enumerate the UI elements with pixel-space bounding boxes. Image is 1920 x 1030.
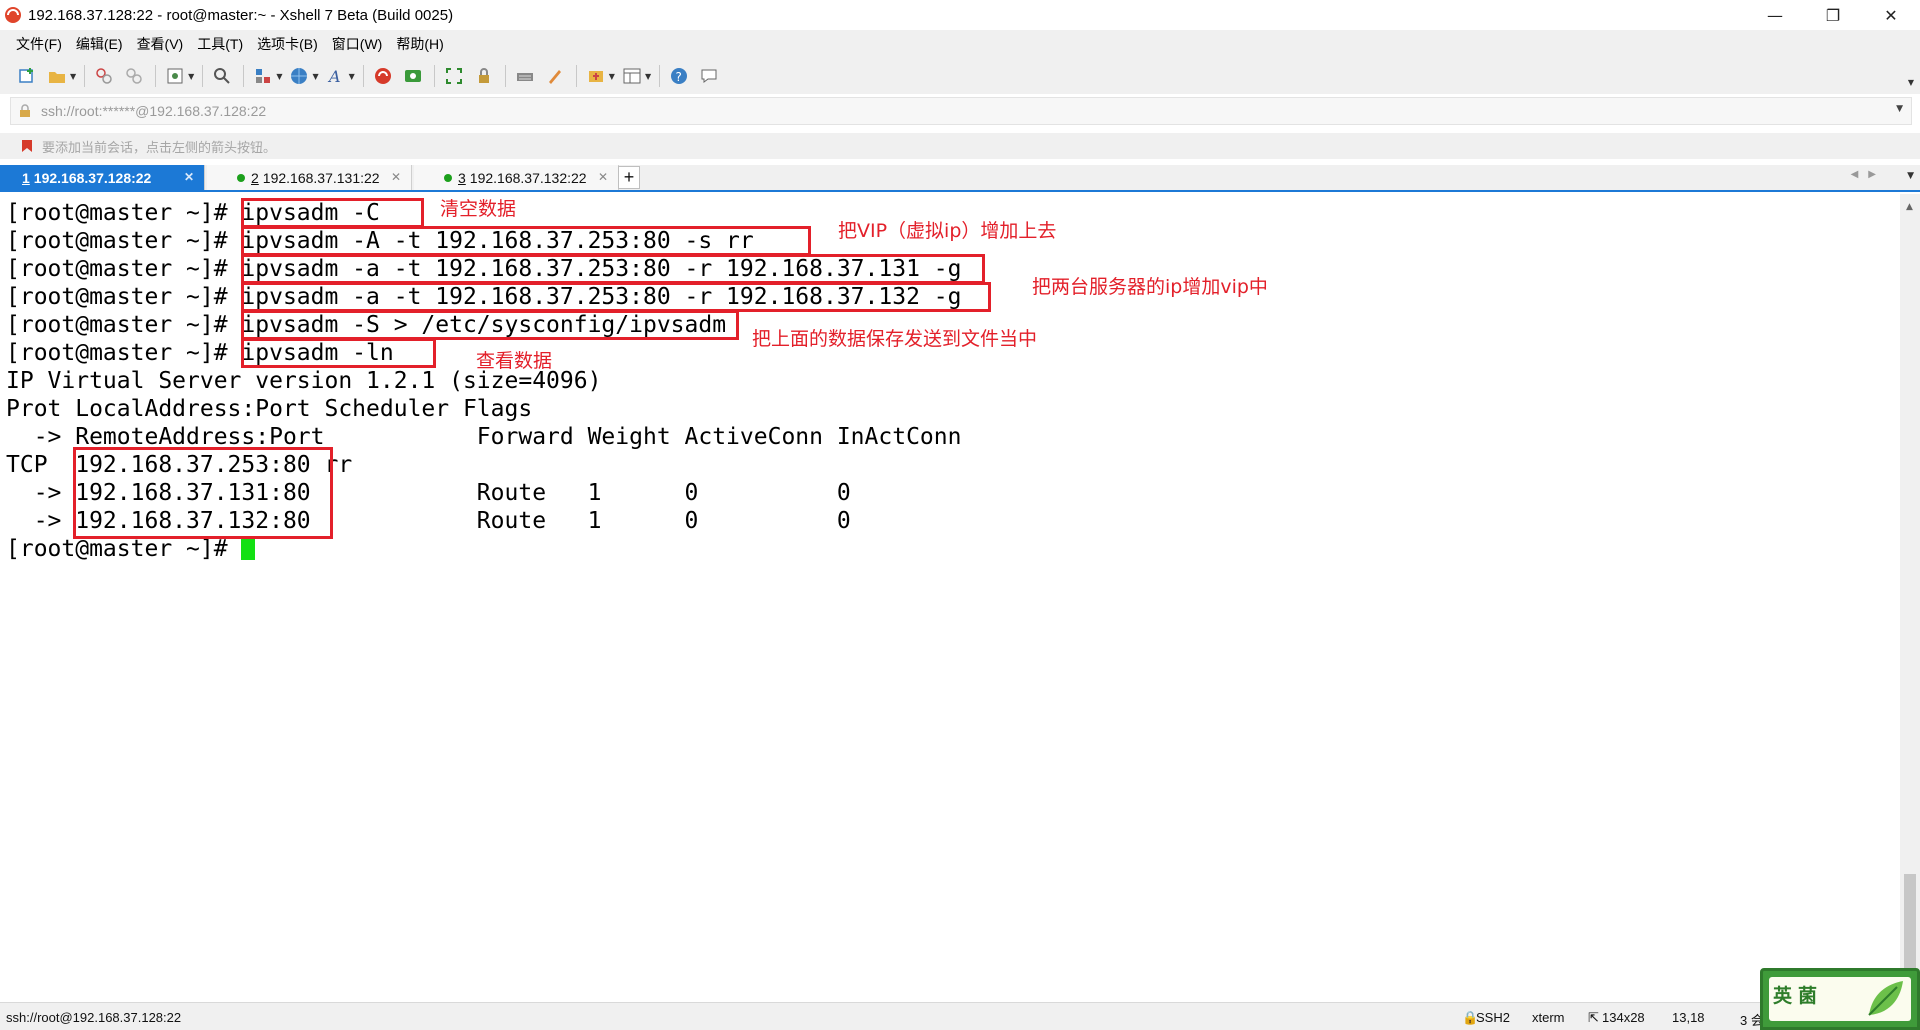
lock-icon[interactable]: [473, 65, 495, 87]
globe-icon[interactable]: [288, 65, 310, 87]
prompt: [root@master ~]#: [6, 256, 242, 282]
tab-scroll-icon[interactable]: ◀▶: [1851, 169, 1886, 180]
tab-session-3[interactable]: 3 192.168.37.132:22 ✕: [414, 165, 619, 190]
annotation-add-servers: 把两台服务器的ip增加vip中: [1032, 276, 1268, 298]
fullscreen-icon[interactable]: [443, 65, 465, 87]
highlight-box: [241, 338, 436, 368]
annotation-save: 把上面的数据保存发送到文件当中: [752, 328, 1038, 350]
annotation-clear: 清空数据: [440, 198, 517, 220]
xftp-icon[interactable]: [402, 65, 424, 87]
address-bar[interactable]: ssh://root:******@192.168.37.128:22 ▼: [10, 97, 1912, 125]
chat-icon[interactable]: [698, 65, 720, 87]
xshell-icon[interactable]: [372, 65, 394, 87]
add-tab-button[interactable]: +: [618, 166, 640, 189]
output-line: Prot LocalAddress:Port Scheduler Flags: [6, 396, 533, 422]
highlight-box: [241, 282, 991, 312]
scroll-up-icon[interactable]: ▲: [1906, 202, 1913, 212]
tab-number: 3: [458, 169, 466, 186]
prompt: [root@master ~]#: [6, 284, 242, 310]
layout-icon[interactable]: [621, 65, 643, 87]
minimize-icon[interactable]: —: [1746, 0, 1804, 30]
compose-icon[interactable]: [585, 65, 607, 87]
highlight-box: [73, 447, 333, 539]
tab-label: 192.168.37.128:22: [33, 169, 152, 186]
annotation-add-vip: 把VIP（虚拟ip）增加上去: [838, 220, 1057, 242]
prompt: [root@master ~]#: [6, 228, 242, 254]
status-size: 134x28: [1602, 1010, 1645, 1025]
tab-label: 192.168.37.131:22: [262, 169, 380, 186]
resize-icon: ⇱: [1588, 1010, 1599, 1025]
status-dot-icon: [237, 173, 245, 182]
address-dropdown-icon[interactable]: ▼: [1896, 104, 1903, 114]
tab-list-dropdown-icon[interactable]: ▼: [1907, 171, 1914, 181]
tab-bar: 1 192.168.37.128:22 ✕ 2 192.168.37.131:2…: [0, 165, 1920, 192]
menu-view[interactable]: 查看(V): [137, 34, 184, 54]
bookmark-icon[interactable]: [20, 139, 34, 153]
leaf-icon: [1868, 981, 1903, 1016]
logo-text: 英菌: [1773, 985, 1824, 1007]
tab-number: 2: [251, 169, 259, 186]
menu-tabs[interactable]: 选项卡(B): [257, 34, 318, 54]
close-icon[interactable]: ✕: [1862, 0, 1920, 30]
font-icon[interactable]: A: [325, 65, 347, 87]
tab-session-1[interactable]: 1 192.168.37.128:22 ✕: [0, 165, 205, 190]
close-tab-icon[interactable]: ✕: [391, 170, 401, 184]
status-position: 13,18: [1672, 1010, 1705, 1025]
menu-help[interactable]: 帮助(H): [396, 34, 443, 54]
status-protocol: SSH2: [1476, 1010, 1510, 1025]
tab-session-2[interactable]: 2 192.168.37.131:22 ✕: [207, 165, 412, 190]
prompt: [root@master ~]#: [6, 312, 242, 338]
annotation-view: 查看数据: [476, 350, 553, 372]
properties-icon[interactable]: [164, 65, 186, 87]
new-session-icon[interactable]: [16, 65, 38, 87]
terminal-cursor: [241, 537, 256, 560]
highlight-box: [241, 310, 739, 340]
svg-text:A: A: [327, 67, 341, 86]
status-term: xterm: [1532, 1010, 1565, 1025]
transfer-icon[interactable]: [252, 65, 274, 87]
disconnect-icon[interactable]: [123, 65, 145, 87]
menu-tools[interactable]: 工具(T): [197, 34, 243, 54]
toolbar-overflow-icon[interactable]: ▼: [1908, 78, 1914, 87]
keyboard-icon[interactable]: [514, 65, 536, 87]
lock-icon: [20, 104, 30, 117]
connect-icon[interactable]: [93, 65, 115, 87]
prompt: [root@master ~]#: [6, 536, 242, 562]
vertical-scrollbar[interactable]: ▲ ▼: [1900, 194, 1920, 1002]
restore-icon[interactable]: ❐: [1804, 0, 1862, 30]
prompt: [root@master ~]#: [6, 200, 242, 226]
highlight-box: [241, 254, 985, 284]
status-bar: ssh://root@192.168.37.128:22 🔒 SSH2 xter…: [0, 1002, 1920, 1030]
help-icon[interactable]: ?: [668, 65, 690, 87]
session-hint: 要添加当前会话，点击左侧的箭头按钮。: [42, 139, 277, 155]
menu-edit[interactable]: 编辑(E): [76, 34, 123, 54]
terminal-line: [root@master ~]#: [6, 535, 256, 563]
terminal-area[interactable]: [root@master ~]# ipvsadm -C [root@master…: [0, 194, 1900, 1002]
highlight-box: [241, 198, 424, 228]
xshell-app-icon: [5, 7, 21, 23]
window-title: 192.168.37.128:22 - root@master:~ - Xshe…: [28, 6, 454, 24]
menu-file[interactable]: 文件(F): [16, 34, 62, 54]
toolbar: ▼ ▼ ▼ ▼ A ▼ ▼ ▼ ? ▼: [0, 58, 1920, 94]
prompt: [root@master ~]#: [6, 340, 242, 366]
close-tab-icon[interactable]: ✕: [184, 170, 194, 184]
corner-logo: 英菌: [1760, 968, 1920, 1030]
menu-window[interactable]: 窗口(W): [332, 34, 383, 54]
tab-label: 192.168.37.132:22: [469, 169, 587, 186]
title-bar: 192.168.37.128:22 - root@master:~ - Xshe…: [0, 0, 1920, 30]
close-tab-icon[interactable]: ✕: [598, 170, 608, 184]
address-text: ssh://root:******@192.168.37.128:22: [41, 103, 267, 119]
highlight-icon[interactable]: [544, 65, 566, 87]
menu-bar: 文件(F) 编辑(E) 查看(V) 工具(T) 选项卡(B) 窗口(W) 帮助(…: [0, 30, 1920, 58]
status-dot-icon: [444, 173, 452, 182]
svg-text:?: ?: [676, 70, 682, 84]
find-icon[interactable]: [211, 65, 233, 87]
highlight-box: [241, 226, 811, 256]
open-folder-icon[interactable]: [46, 65, 68, 87]
session-bar: 要添加当前会话，点击左侧的箭头按钮。: [0, 133, 1920, 159]
status-path: ssh://root@192.168.37.128:22: [6, 1010, 182, 1025]
tab-number: 1: [22, 169, 30, 186]
